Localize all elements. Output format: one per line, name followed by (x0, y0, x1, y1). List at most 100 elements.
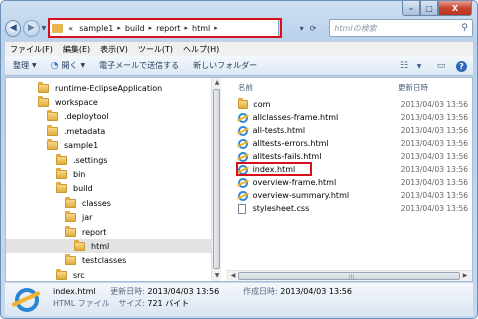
tree-item[interactable]: .settings (6, 153, 211, 167)
menu-view[interactable]: 表示(V) (95, 44, 133, 55)
html-file-icon (238, 138, 248, 149)
file-list-scrollbar[interactable]: ◀ ||| ▶ (226, 270, 472, 281)
breadcrumb-report[interactable]: report (153, 24, 183, 33)
grip-icon: ||| (349, 274, 355, 280)
tree-item[interactable]: src (6, 268, 211, 281)
tree-item[interactable]: .metadata (6, 124, 211, 138)
highlight-box (236, 162, 312, 176)
breadcrumb-separator-icon[interactable]: ▸ (148, 24, 154, 32)
chevron-down-icon[interactable]: ▼ (412, 59, 426, 73)
nav-pane-scrollbar[interactable]: ▲ ▼ (211, 78, 221, 281)
refresh-icon[interactable]: ⟳ (307, 24, 320, 33)
scroll-up-icon[interactable]: ▲ (212, 78, 222, 88)
tree-item-label: classes (82, 198, 111, 208)
scroll-left-icon[interactable]: ◀ (228, 271, 238, 281)
organize-label: 整理 (13, 61, 29, 70)
folder-icon (38, 95, 49, 107)
tree-item[interactable]: classes (6, 196, 211, 210)
tree-item[interactable]: jar (6, 211, 211, 225)
new-folder-button[interactable]: 新しいフォルダー (193, 60, 257, 71)
file-row[interactable]: allclasses-frame.html 2013/04/03 13:56 (238, 111, 468, 124)
organize-button[interactable]: 整理 ▼ (13, 60, 37, 71)
breadcrumb-build[interactable]: build (122, 24, 148, 33)
tree-item[interactable]: sample1 (6, 139, 211, 153)
email-button[interactable]: 電子メールで送信する (99, 60, 179, 71)
menu-tools[interactable]: ツール(T) (133, 44, 178, 55)
search-icon[interactable]: ⚲ (461, 23, 468, 33)
folder-icon (47, 124, 58, 136)
file-row[interactable]: all-tests.html 2013/04/03 13:56 (238, 124, 468, 137)
tree-item[interactable]: .deploytool (6, 110, 211, 124)
file-name: all-tests.html (252, 126, 306, 135)
tree-item[interactable]: report (6, 225, 211, 239)
breadcrumb-separator-icon[interactable]: ▸ (116, 24, 122, 32)
tree-item[interactable]: html (6, 239, 211, 254)
details-size-label: サイズ: (118, 299, 145, 308)
file-row[interactable]: overview-frame.html 2013/04/03 13:56 (238, 176, 468, 189)
scroll-thumb[interactable] (213, 89, 220, 269)
html-file-icon (238, 125, 248, 136)
breadcrumb-overflow[interactable]: « (65, 24, 76, 33)
css-file-icon (238, 203, 246, 214)
file-name: com (253, 100, 271, 109)
folder-icon (52, 23, 64, 33)
folder-icon (65, 196, 76, 208)
file-row[interactable]: stylesheet.css 2013/04/03 13:56 (238, 202, 468, 215)
breadcrumb-sample1[interactable]: sample1 (76, 24, 116, 33)
chevron-down-icon: ▼ (32, 62, 37, 69)
tree-item[interactable]: build (6, 182, 211, 196)
tree-item-label: jar (82, 213, 93, 223)
tree-item-label: runtime-EclipseApplication (55, 83, 163, 93)
tree-item-label: report (82, 227, 107, 237)
details-pane: index.html 更新日時: 2013/04/03 13:56 HTML フ… (5, 283, 473, 316)
search-input[interactable]: htmlの検索 ⚲ (329, 19, 474, 37)
back-button[interactable]: ◀ (5, 19, 22, 37)
maximize-button[interactable]: □ (420, 1, 438, 16)
scroll-down-icon[interactable]: ▼ (212, 271, 222, 281)
file-row[interactable]: alltests-errors.html 2013/04/03 13:56 (238, 137, 468, 150)
address-history-dropdown[interactable]: ▾ (297, 24, 307, 33)
scroll-right-icon[interactable]: ▶ (460, 271, 470, 281)
folder-icon (47, 110, 58, 122)
tree-item-label: src (73, 270, 85, 280)
breadcrumb-separator-icon[interactable]: ▸ (213, 24, 219, 32)
file-name: overview-summary.html (252, 191, 350, 200)
minimize-button[interactable]: – (402, 1, 420, 16)
tree-item-label: testclasses (82, 256, 127, 266)
address-bar[interactable]: « sample1 ▸ build ▸ report ▸ html ▸ (48, 18, 282, 38)
close-button[interactable]: X (438, 1, 472, 16)
tree-item-label: workspace (55, 97, 98, 107)
view-tools: ☷ ▼ ▭ ? (389, 59, 467, 73)
tree-item[interactable]: bin (6, 167, 211, 181)
folder-icon (56, 268, 67, 280)
help-icon[interactable]: ? (456, 60, 467, 72)
menu-edit[interactable]: 編集(E) (58, 44, 95, 55)
folder-icon (65, 254, 76, 266)
tree-item[interactable]: workspace (6, 95, 211, 109)
file-row[interactable]: index.html 2013/04/03 13:56 (236, 162, 468, 176)
file-row[interactable]: overview-summary.html 2013/04/03 13:56 (238, 189, 468, 202)
column-header-name[interactable]: 名前 (238, 82, 253, 94)
html-file-icon (238, 112, 248, 123)
breadcrumb-separator-icon[interactable]: ▸ (184, 24, 190, 32)
recent-pages-dropdown[interactable]: ▼ (42, 25, 47, 32)
folder-icon (56, 153, 67, 165)
open-button[interactable]: ◔ 開く ▼ (51, 60, 85, 71)
breadcrumb-html[interactable]: html (189, 24, 213, 33)
scroll-thumb[interactable]: ||| (238, 272, 460, 280)
content-area: runtime-EclipseApplication workspace .depl… (5, 77, 473, 282)
menu-help[interactable]: ヘルプ(H) (178, 44, 224, 55)
menu-file[interactable]: ファイル(F) (5, 44, 58, 55)
details-modified-value: 2013/04/03 13:56 (147, 287, 220, 296)
file-row[interactable]: com 2013/04/03 13:56 (238, 98, 468, 111)
file-modified-date: 2013/04/03 13:56 (400, 152, 468, 161)
tree-item-label: build (73, 184, 93, 194)
html-file-icon (238, 151, 248, 162)
forward-button[interactable]: ▶ (23, 19, 40, 37)
preview-pane-icon[interactable]: ▭ (434, 59, 448, 73)
view-options-icon[interactable]: ☷ (397, 59, 411, 73)
details-column-1: index.html 更新日時: 2013/04/03 13:56 HTML フ… (53, 286, 243, 310)
tree-item[interactable]: testclasses (6, 254, 211, 268)
column-header-modified[interactable]: 更新日時 (398, 82, 428, 94)
tree-item[interactable]: runtime-EclipseApplication (6, 81, 211, 95)
